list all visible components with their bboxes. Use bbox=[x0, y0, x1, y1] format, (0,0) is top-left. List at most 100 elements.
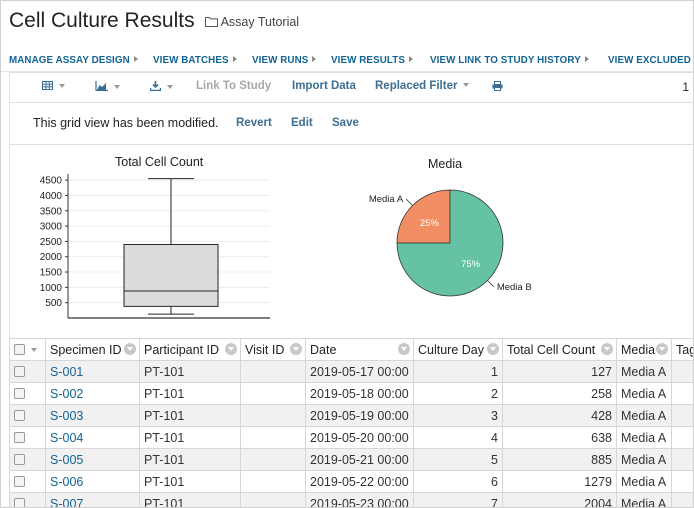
import-data-button[interactable]: Import Data bbox=[292, 80, 356, 92]
row-select-cell[interactable] bbox=[9, 470, 46, 493]
nav-view-results[interactable]: VIEW RESULTS bbox=[331, 55, 413, 66]
table-row[interactable]: S-006 PT-101 2019-05-22 00:00 6 1279 Media A bbox=[9, 470, 693, 493]
nav-view-batches[interactable]: VIEW BATCHES bbox=[153, 55, 237, 66]
specimen-id-link[interactable]: S-005 bbox=[45, 448, 140, 471]
export-menu[interactable] bbox=[149, 81, 173, 94]
date-cell: 2019-05-20 00:00 bbox=[305, 426, 414, 449]
culture-day-cell: 7 bbox=[413, 492, 503, 507]
specimen-id-link[interactable]: S-002 bbox=[45, 382, 140, 405]
column-menu-icon[interactable] bbox=[487, 343, 499, 355]
row-checkbox[interactable] bbox=[14, 409, 25, 421]
column-menu-icon[interactable] bbox=[601, 343, 613, 355]
edit-button[interactable]: Edit bbox=[291, 117, 313, 129]
date-cell: 2019-05-19 00:00 bbox=[305, 404, 414, 427]
tag-cell bbox=[671, 426, 693, 449]
nav-arrow-icon bbox=[584, 56, 589, 62]
print-icon bbox=[492, 81, 503, 91]
revert-button[interactable]: Revert bbox=[236, 117, 272, 129]
date-cell: 2019-05-18 00:00 bbox=[305, 382, 414, 405]
row-checkbox[interactable] bbox=[14, 387, 25, 399]
row-checkbox[interactable] bbox=[14, 365, 25, 377]
column-menu-icon[interactable] bbox=[290, 343, 302, 355]
pie-percent-label: 75% bbox=[461, 259, 481, 270]
visit-id-cell bbox=[240, 426, 306, 449]
column-header[interactable]: Media bbox=[616, 338, 672, 361]
table-row[interactable]: S-004 PT-101 2019-05-20 00:00 4 638 Media A bbox=[9, 426, 693, 449]
table-row[interactable]: S-005 PT-101 2019-05-21 00:00 5 885 Media A bbox=[9, 448, 693, 471]
column-menu-icon[interactable] bbox=[398, 343, 410, 355]
column-header[interactable]: Specimen ID bbox=[45, 338, 140, 361]
select-all-header[interactable] bbox=[9, 338, 46, 361]
media-cell: Media A bbox=[616, 492, 672, 507]
area-chart-icon bbox=[95, 81, 108, 92]
tag-cell bbox=[671, 492, 693, 507]
visit-id-cell bbox=[240, 360, 306, 383]
results-grid: Specimen ID Participant ID Visit ID Date… bbox=[9, 338, 693, 507]
date-cell: 2019-05-17 00:00 bbox=[305, 360, 414, 383]
table-row[interactable]: S-001 PT-101 2019-05-17 00:00 1 127 Media A bbox=[9, 360, 693, 383]
page-title: Cell Culture Results bbox=[9, 9, 195, 32]
pie-label-leader bbox=[487, 280, 495, 288]
column-header[interactable]: Visit ID bbox=[240, 338, 306, 361]
column-header[interactable]: Culture Day bbox=[413, 338, 503, 361]
box-iqr bbox=[123, 243, 219, 307]
box-plot-title: Total Cell Count bbox=[115, 155, 204, 169]
column-menu-icon[interactable] bbox=[225, 343, 237, 355]
column-header[interactable]: Date bbox=[305, 338, 414, 361]
row-select-cell[interactable] bbox=[9, 448, 46, 471]
replaced-filter-menu[interactable]: Replaced Filter bbox=[375, 80, 470, 92]
table-row[interactable]: S-007 PT-101 2019-05-23 00:00 7 2004 Media A bbox=[9, 492, 693, 507]
row-checkbox[interactable] bbox=[14, 431, 25, 443]
participant-id-cell: PT-101 bbox=[139, 470, 241, 493]
modified-message: This grid view has been modified. bbox=[33, 116, 219, 130]
column-header[interactable]: Participant ID bbox=[139, 338, 241, 361]
specimen-id-link[interactable]: S-003 bbox=[45, 404, 140, 427]
row-select-cell[interactable] bbox=[9, 404, 46, 427]
grid-view-menu[interactable] bbox=[42, 81, 65, 93]
row-select-cell[interactable] bbox=[9, 426, 46, 449]
app-frame: Cell Culture Results Assay Tutorial MANA… bbox=[0, 0, 694, 508]
total-cell-count-cell: 885 bbox=[502, 448, 617, 471]
column-menu-icon[interactable] bbox=[656, 343, 668, 355]
link-to-study-button[interactable]: Link To Study bbox=[196, 80, 271, 92]
row-checkbox[interactable] bbox=[14, 453, 25, 465]
specimen-id-link[interactable]: S-001 bbox=[45, 360, 140, 383]
culture-day-cell: 4 bbox=[413, 426, 503, 449]
row-checkbox[interactable] bbox=[14, 497, 25, 507]
row-checkbox[interactable] bbox=[14, 475, 25, 487]
total-cell-count-cell: 638 bbox=[502, 426, 617, 449]
row-select-cell[interactable] bbox=[9, 382, 46, 405]
tag-cell bbox=[671, 470, 693, 493]
total-cell-count-cell: 1279 bbox=[502, 470, 617, 493]
specimen-id-link[interactable]: S-004 bbox=[45, 426, 140, 449]
specimen-id-link[interactable]: S-007 bbox=[45, 492, 140, 507]
specimen-id-link[interactable]: S-006 bbox=[45, 470, 140, 493]
print-button[interactable] bbox=[492, 81, 503, 94]
save-button[interactable]: Save bbox=[332, 117, 359, 129]
nav-manage-assay-design[interactable]: MANAGE ASSAY DESIGN bbox=[9, 55, 138, 66]
row-select-cell[interactable] bbox=[9, 492, 46, 507]
chevron-down-icon bbox=[114, 85, 120, 89]
charts-menu[interactable] bbox=[95, 81, 120, 94]
chevron-down-icon bbox=[167, 85, 173, 89]
nav-view-excluded-data[interactable]: VIEW EXCLUDED DATA bbox=[608, 55, 693, 66]
table-row[interactable]: S-002 PT-101 2019-05-18 00:00 2 258 Media A bbox=[9, 382, 693, 405]
chevron-down-icon bbox=[463, 83, 470, 87]
folder-link[interactable]: Assay Tutorial bbox=[204, 15, 299, 29]
row-select-cell[interactable] bbox=[9, 360, 46, 383]
pie-label-leader bbox=[405, 198, 413, 206]
nav-arrow-icon bbox=[408, 56, 413, 62]
column-menu-icon[interactable] bbox=[124, 343, 136, 355]
total-cell-count-cell: 127 bbox=[502, 360, 617, 383]
page-header: Cell Culture Results Assay Tutorial bbox=[9, 9, 299, 37]
tag-cell bbox=[671, 382, 693, 405]
column-header[interactable]: Tag bbox=[671, 338, 693, 361]
media-cell: Media A bbox=[616, 470, 672, 493]
visit-id-cell bbox=[240, 382, 306, 405]
column-header[interactable]: Total Cell Count bbox=[502, 338, 617, 361]
nav-view-runs[interactable]: VIEW RUNS bbox=[252, 55, 317, 66]
select-all-checkbox[interactable] bbox=[14, 343, 25, 355]
nav-view-link-to-study-history[interactable]: VIEW LINK TO STUDY HISTORY bbox=[430, 55, 589, 66]
folder-icon bbox=[204, 17, 218, 27]
table-row[interactable]: S-003 PT-101 2019-05-19 00:00 3 428 Media A bbox=[9, 404, 693, 427]
